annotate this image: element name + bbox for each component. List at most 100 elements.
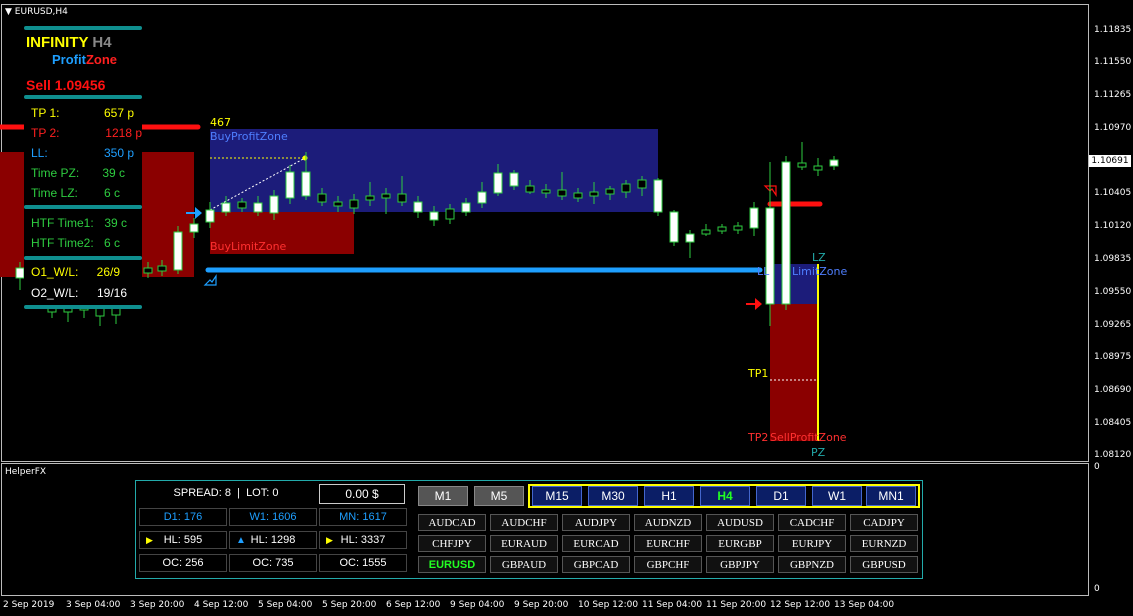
symbol-button-audcad[interactable]: AUDCAD (418, 514, 486, 531)
symbol-button-eurgbp[interactable]: EURGBP (706, 535, 774, 552)
tab-h4[interactable]: H4 (700, 486, 750, 506)
price-label: 1.09835 (1094, 254, 1132, 264)
tp-point (302, 155, 308, 161)
candle-body (717, 226, 727, 232)
tab-m1[interactable]: M1 (418, 486, 468, 506)
candle-body (143, 267, 153, 274)
ll-row-label: LL: (31, 146, 48, 160)
candle-body (493, 172, 503, 194)
symbol-button-eurnzd[interactable]: EURNZD (850, 535, 918, 552)
symbol-button-gbpnzd[interactable]: GBPNZD (778, 556, 846, 573)
time-pz-value: 39 c (102, 166, 125, 180)
candle-body (461, 202, 471, 213)
tab-m30[interactable]: M30 (588, 486, 638, 506)
candle-body (189, 223, 199, 233)
time-label: 3 Sep 04:00 (66, 600, 121, 610)
candle-body (829, 159, 839, 167)
symbol-button-cadchf[interactable]: CADCHF (778, 514, 846, 531)
candle-body (349, 199, 359, 209)
time-label: 3 Sep 20:00 (130, 600, 185, 610)
symbol-button-audjpy[interactable]: AUDJPY (562, 514, 630, 531)
symbol-button-eurjpy[interactable]: EURJPY (778, 535, 846, 552)
sell-profit-zone (770, 304, 818, 441)
tp1-label: TP1 (748, 367, 769, 380)
symbol-button-eurcad[interactable]: EURCAD (562, 535, 630, 552)
candle-body (445, 208, 455, 220)
candle-body (781, 161, 791, 305)
time-label: 9 Sep 20:00 (514, 600, 569, 610)
tp1-row-label: TP 1: (31, 106, 60, 120)
tab-m5[interactable]: M5 (474, 486, 524, 506)
time-label: 10 Sep 12:00 (578, 600, 639, 610)
ll-row-value: 350 p (103, 146, 134, 160)
current-price-tag: 1.10691 (1089, 155, 1131, 167)
price-label: 1.08690 (1094, 385, 1132, 395)
sell-limit-zone-label: LimitZone (792, 265, 848, 278)
candle-body (301, 171, 311, 197)
symbol-button-eurchf[interactable]: EURCHF (634, 535, 702, 552)
price-label: 1.08120 (1094, 450, 1132, 460)
candle-body (813, 165, 823, 171)
symbol-button-eurusd[interactable]: EURUSD (418, 556, 486, 573)
oc-w1: OC: 735 (229, 554, 317, 572)
price-label: 1.11550 (1094, 57, 1132, 67)
htf2-value: 6 c (103, 236, 120, 250)
candle-body (381, 193, 391, 199)
time-label: 12 Sep 12:00 (770, 600, 831, 610)
time-pz-label: Time PZ: (31, 166, 80, 180)
hl-d1: ▶ HL: 595 (139, 531, 227, 549)
symbol-button-audusd[interactable]: AUDUSD (706, 514, 774, 531)
symbol-button-gbpusd[interactable]: GBPUSD (850, 556, 918, 573)
hl-w1: ▲ HL: 1298 (229, 531, 317, 549)
chart-area[interactable]: ▼ EURUSD,H4 HelperFX 467 BuyProfitZone B… (0, 0, 1133, 616)
tp2-row-value: 1218 p (105, 126, 142, 140)
htf1-value: 39 c (104, 216, 127, 230)
candle-body (253, 202, 263, 213)
signal-label: Sell 1.09456 (26, 77, 106, 93)
price-label: 1.09265 (1094, 320, 1132, 330)
candle-body (317, 193, 327, 203)
symbol-button-gbpaud[interactable]: GBPAUD (490, 556, 558, 573)
price-label: 1.11835 (1094, 25, 1132, 35)
price-label: 1.10970 (1094, 123, 1132, 133)
candle-body (205, 209, 215, 223)
symbol-button-gbpjpy[interactable]: GBPJPY (706, 556, 774, 573)
time-label: 4 Sep 12:00 (194, 600, 249, 610)
tab-mn1[interactable]: MN1 (866, 486, 916, 506)
candle-body (797, 162, 807, 168)
candle-body (477, 191, 487, 204)
time-label: 9 Sep 04:00 (450, 600, 505, 610)
price-label: 1.08975 (1094, 352, 1132, 362)
tab-w1[interactable]: W1 (812, 486, 862, 506)
tab-d1[interactable]: D1 (756, 486, 806, 506)
play-icon: ▶ (146, 534, 153, 545)
symbol-button-cadjpy[interactable]: CADJPY (850, 514, 918, 531)
symbol-button-chfjpy[interactable]: CHFJPY (418, 535, 486, 552)
candle-body (605, 188, 615, 195)
tp1-row-value: 657 p (103, 106, 134, 120)
candle-body (573, 192, 583, 199)
price-label: 1.09550 (1094, 287, 1132, 297)
htf2-label: HTF Time2: (31, 236, 94, 250)
symbol-button-gbpchf[interactable]: GBPCHF (634, 556, 702, 573)
tab-h1[interactable]: H1 (644, 486, 694, 506)
htf1-label: HTF Time1: (31, 216, 94, 230)
symbol-button-audnzd[interactable]: AUDNZD (634, 514, 702, 531)
time-label: 2 Sep 2019 (3, 600, 55, 610)
time-label: 5 Sep 04:00 (258, 600, 313, 610)
symbol-button-gbpcad[interactable]: GBPCAD (562, 556, 630, 573)
oc-d1: OC: 256 (139, 554, 227, 572)
candle-body (701, 229, 711, 235)
symbol-button-euraud[interactable]: EURAUD (490, 535, 558, 552)
o2-value: 19/16 (96, 286, 127, 300)
price-label: 1.10120 (1094, 221, 1132, 231)
tab-m15[interactable]: M15 (532, 486, 582, 506)
candle-body (557, 189, 567, 197)
price-label: 1.08405 (1094, 418, 1132, 428)
divider (24, 26, 142, 30)
time-label: 11 Sep 04:00 (642, 600, 703, 610)
symbol-button-audchf[interactable]: AUDCHF (490, 514, 558, 531)
divider (24, 95, 142, 99)
mn-range: MN: 1617 (319, 508, 407, 526)
candle-body (589, 191, 599, 197)
